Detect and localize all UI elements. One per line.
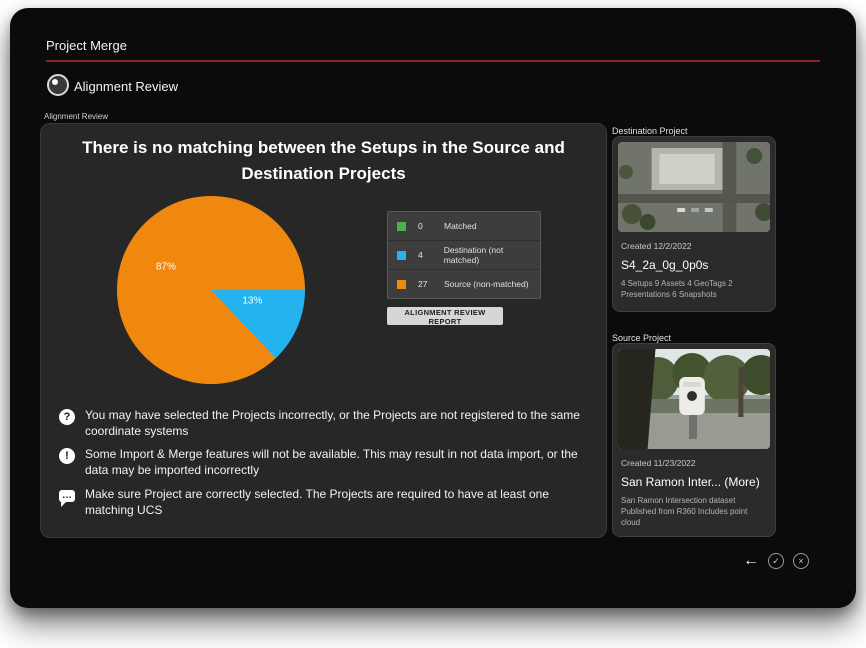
section-label: Alignment Review	[44, 112, 108, 121]
pie-label-destination: 13%	[242, 296, 262, 307]
legend-label: Matched	[444, 221, 477, 231]
source-project-details: San Ramon Intersection dataset Published…	[621, 496, 767, 528]
exclamation-icon: !	[59, 448, 75, 464]
chart-legend: 0 Matched 4 Destination (not matched) 27…	[387, 211, 541, 299]
back-button[interactable]: ←	[743, 553, 759, 569]
destination-project-details: 4 Setups 9 Assets 4 GeoTags 2 Presentati…	[621, 279, 767, 301]
pie-label-source: 87%	[156, 262, 176, 273]
destination-project-label: Destination Project	[612, 126, 688, 136]
footer-actions: ← ✓ ×	[743, 553, 809, 569]
source-project-label: Source Project	[612, 333, 671, 343]
source-project-name[interactable]: San Ramon Inter... (More)	[621, 475, 767, 489]
legend-row-matched: 0 Matched	[388, 212, 540, 241]
alignment-review-icon	[47, 74, 69, 96]
alignment-review-panel: There is no matching between the Setups …	[40, 123, 607, 538]
destination-project-card: Created 12/2/2022 S4_2a_0g_0p0s 4 Setups…	[612, 136, 776, 312]
note-text: Make sure Project are correctly selected…	[85, 487, 590, 518]
cancel-button[interactable]: ×	[793, 553, 809, 569]
pie-chart: 87% 13%	[117, 196, 305, 384]
legend-value: 0	[418, 221, 444, 231]
legend-label: Destination (not matched)	[444, 245, 540, 265]
question-icon: ?	[59, 409, 75, 425]
alignment-review-report-button[interactable]: ALIGNMENT REVIEW REPORT	[387, 307, 503, 325]
project-merge-window: Project Merge Alignment Review Alignment…	[10, 8, 856, 608]
note-text: You may have selected the Projects incor…	[85, 408, 590, 439]
legend-value: 27	[418, 279, 444, 289]
destination-created-date: Created 12/2/2022	[621, 241, 767, 251]
destination-thumbnail	[618, 142, 770, 232]
aerial-view-image	[618, 142, 770, 232]
legend-color-source-icon	[397, 280, 406, 289]
note-text: Some Import & Merge features will not be…	[85, 447, 590, 478]
legend-color-destination-icon	[397, 251, 406, 260]
close-icon: ×	[793, 553, 809, 569]
section-title: Alignment Review	[74, 79, 178, 94]
source-created-date: Created 11/23/2022	[621, 458, 767, 468]
back-icon: ←	[743, 553, 759, 569]
legend-color-matched-icon	[397, 222, 406, 231]
destination-project-name: S4_2a_0g_0p0s	[621, 258, 767, 272]
window-title: Project Merge	[46, 38, 127, 53]
scanner-photo-image	[618, 349, 770, 449]
header-divider	[46, 60, 820, 62]
legend-value: 4	[418, 250, 444, 260]
legend-label: Source (non-matched)	[444, 279, 529, 289]
check-icon: ✓	[768, 553, 784, 569]
source-project-card: Created 11/23/2022 San Ramon Inter... (M…	[612, 343, 776, 537]
comment-icon: …	[59, 490, 75, 502]
panel-heading: There is no matching between the Setups …	[41, 135, 606, 188]
legend-row-source: 27 Source (non-matched)	[388, 270, 540, 298]
legend-row-destination: 4 Destination (not matched)	[388, 241, 540, 270]
accept-button[interactable]: ✓	[768, 553, 784, 569]
source-thumbnail	[618, 349, 770, 449]
